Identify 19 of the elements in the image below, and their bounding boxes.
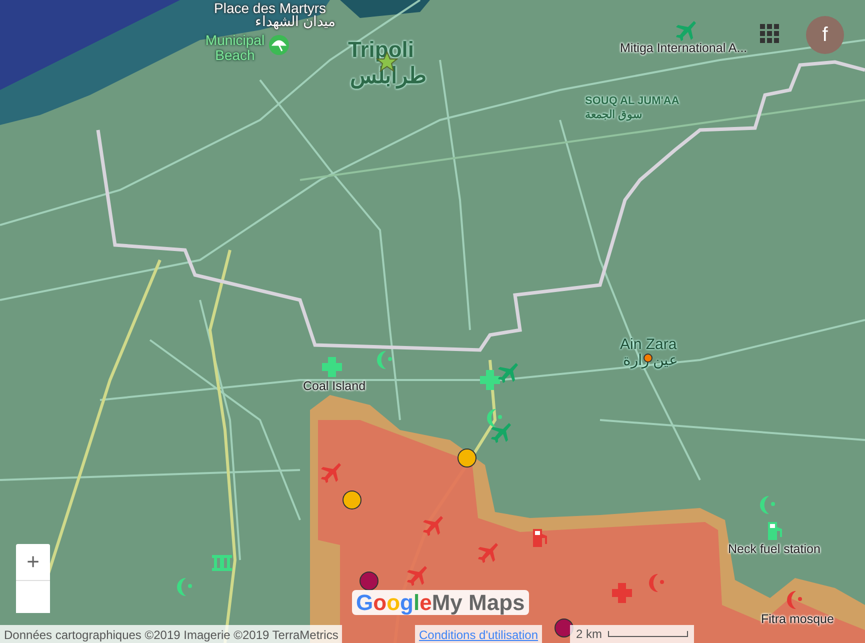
square-label: Place des Martyrs [214,1,326,16]
place-label: Mitiga International A... [620,42,748,56]
terms-link[interactable]: Conditions d'utilisation [415,625,542,643]
map-logo: GoogleMy Maps [352,590,529,616]
scale-label: 2 km [576,626,602,643]
map-attribution: Données cartographiques ©2019 Imagerie ©2019 TerraMetrics [0,625,342,643]
city-label: طرابلس [350,64,427,88]
district-label: سوق الجمعة [585,110,642,122]
district-label: SOUQ AL JUM'AA [585,96,680,108]
city-label: Tripoli [348,38,414,62]
zoom-in-button[interactable]: + [16,544,50,580]
town-label: عين زارة [623,353,678,369]
apps-grid-icon[interactable] [760,24,779,43]
beach-label: Municipal Beach [204,33,266,62]
square-label: ميدان الشهداء [255,14,336,29]
town-label: Ain Zara [620,337,677,353]
zoom-control-panel [16,580,50,613]
place-label: Coal Island [303,380,366,394]
place-label: Fitra mosque [761,613,834,626]
